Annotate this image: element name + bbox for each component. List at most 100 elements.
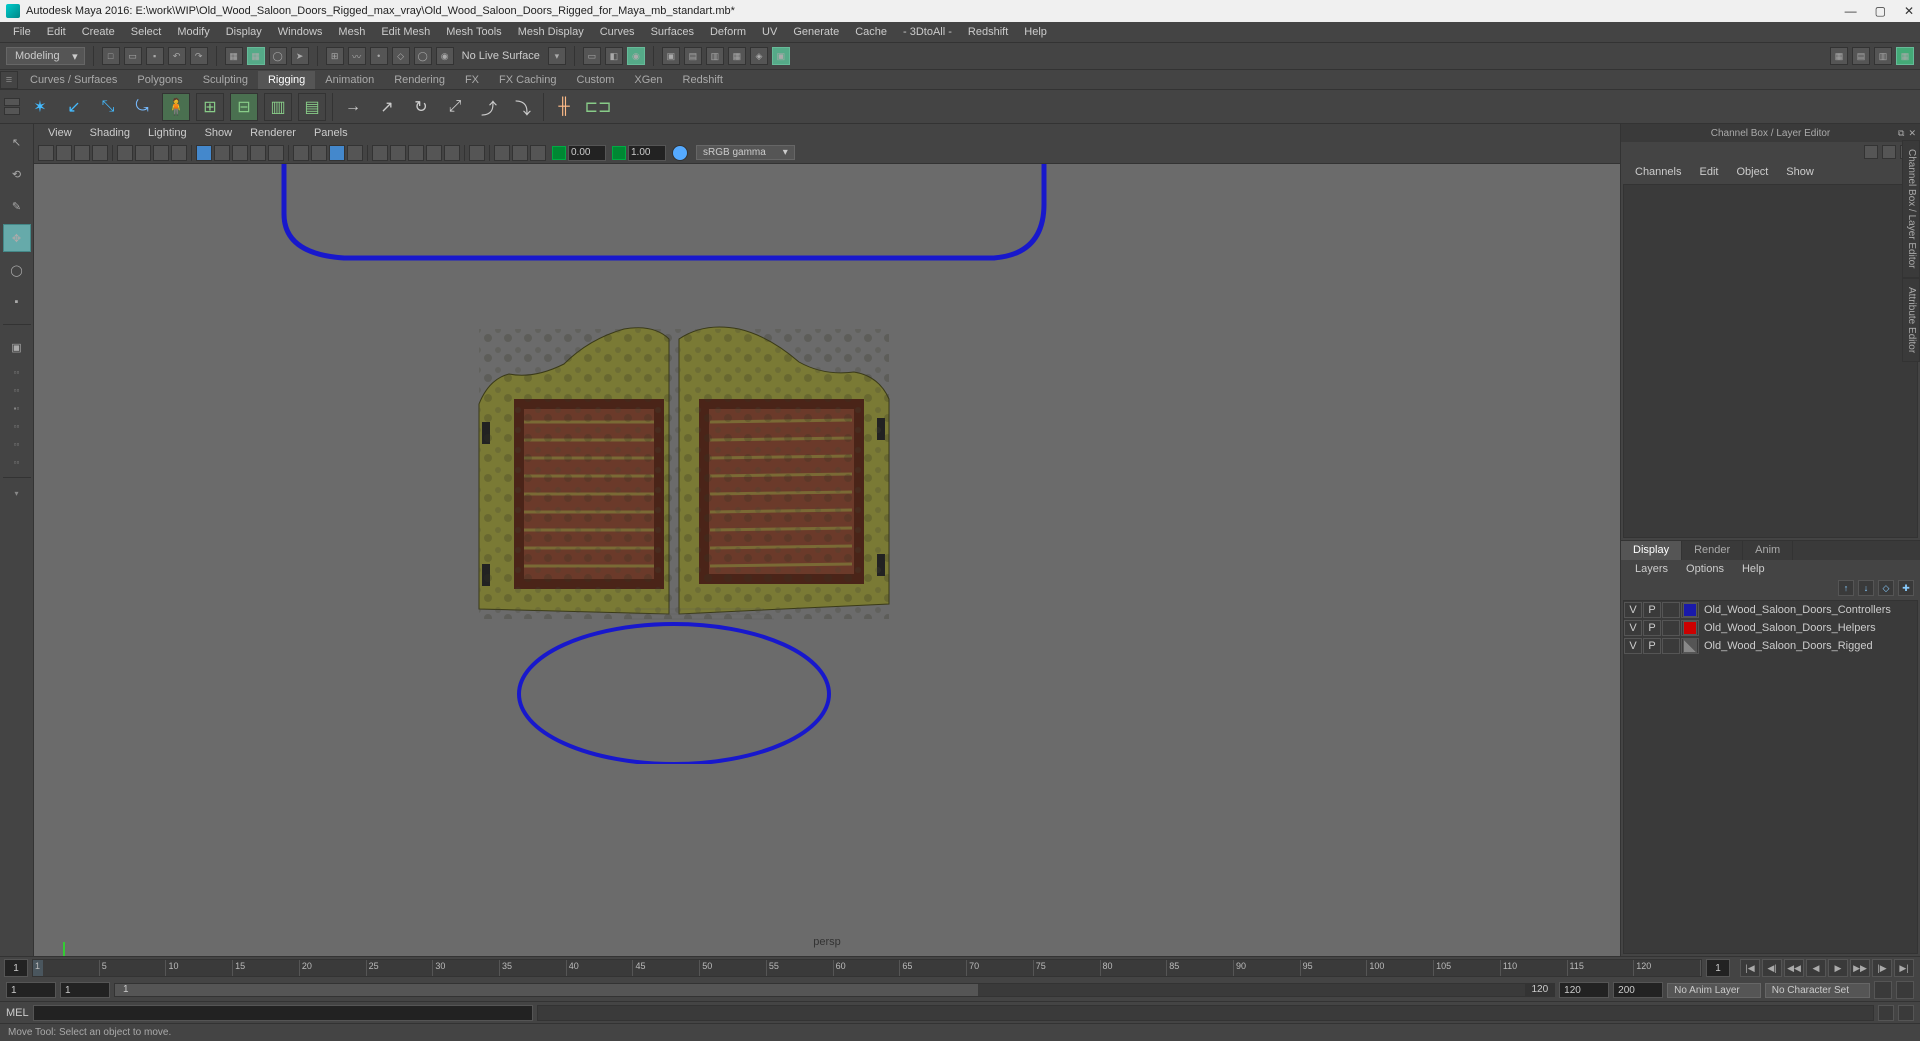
lattice-3-icon[interactable]: ▥ bbox=[264, 93, 292, 121]
constraint-point-icon[interactable]: → bbox=[339, 93, 367, 121]
blend-shape-icon[interactable]: ╫ bbox=[550, 93, 578, 121]
menu-uv[interactable]: UV bbox=[755, 26, 784, 38]
ipr-icon[interactable]: ▤ bbox=[684, 47, 702, 65]
play-fwd-icon[interactable]: ▶ bbox=[1828, 959, 1848, 977]
shelf-tab-fx-caching[interactable]: FX Caching bbox=[489, 71, 566, 89]
menu-mesh-tools[interactable]: Mesh Tools bbox=[439, 26, 508, 38]
constraint-parent-icon[interactable]: ⤴ bbox=[475, 93, 503, 121]
paint-icon[interactable]: ➤ bbox=[291, 47, 309, 65]
character-set-dropdown[interactable]: No Character Set bbox=[1765, 983, 1870, 998]
constraint-aim-icon[interactable]: ↗ bbox=[373, 93, 401, 121]
rotate-tool-icon[interactable]: ◯ bbox=[3, 256, 31, 284]
range-out-input[interactable] bbox=[1559, 982, 1609, 998]
menu-windows[interactable]: Windows bbox=[271, 26, 330, 38]
layer-row[interactable]: V P Old_Wood_Saloon_Doors_Controllers bbox=[1624, 601, 1917, 619]
textured-icon[interactable] bbox=[232, 145, 248, 161]
menu-help[interactable]: Help bbox=[1017, 26, 1054, 38]
menu-create[interactable]: Create bbox=[75, 26, 122, 38]
redo-icon[interactable]: ↷ bbox=[190, 47, 208, 65]
render-frame-icon[interactable]: ▣ bbox=[662, 47, 680, 65]
snap-plane-icon[interactable]: ◇ bbox=[392, 47, 410, 65]
side-tab-attribute-editor[interactable]: Attribute Editor bbox=[1902, 278, 1920, 362]
go-start-icon[interactable]: |◀ bbox=[1740, 959, 1760, 977]
layer-tab-display[interactable]: Display bbox=[1621, 541, 1682, 560]
menu-edit[interactable]: Edit bbox=[40, 26, 73, 38]
lasso-tool-icon[interactable]: ⟲ bbox=[3, 160, 31, 188]
lattice-2-icon[interactable]: ⊟ bbox=[230, 93, 258, 121]
lasso-icon[interactable]: ◯ bbox=[269, 47, 287, 65]
panel-layout-4-icon[interactable]: ▦ bbox=[1896, 47, 1914, 65]
smooth-shade-icon[interactable] bbox=[214, 145, 230, 161]
go-end-icon[interactable]: ▶| bbox=[1894, 959, 1914, 977]
layer-vis[interactable]: V bbox=[1624, 620, 1642, 636]
shelf-toggle-icons[interactable] bbox=[4, 98, 20, 115]
vp-menu-show[interactable]: Show bbox=[197, 127, 241, 139]
anim-layer-dropdown[interactable]: No Anim Layer bbox=[1667, 983, 1761, 998]
box1-icon[interactable] bbox=[494, 145, 510, 161]
res-gate-icon[interactable] bbox=[153, 145, 169, 161]
menu-redshift[interactable]: Redshift bbox=[961, 26, 1015, 38]
panel-layout-1-icon[interactable]: ▦ bbox=[1830, 47, 1848, 65]
lattice-4-icon[interactable]: ▤ bbox=[298, 93, 326, 121]
undo-icon[interactable]: ↶ bbox=[168, 47, 186, 65]
constraint-scale-icon[interactable]: ⤢ bbox=[441, 93, 469, 121]
menu-mesh[interactable]: Mesh bbox=[331, 26, 372, 38]
workspace-dropdown[interactable]: Modeling bbox=[6, 47, 85, 65]
layer-tab-render[interactable]: Render bbox=[1682, 541, 1743, 560]
range-start-input[interactable] bbox=[6, 982, 56, 998]
vp-menu-shading[interactable]: Shading bbox=[82, 127, 138, 139]
menu-edit-mesh[interactable]: Edit Mesh bbox=[374, 26, 437, 38]
cb-tool-2-icon[interactable] bbox=[1882, 145, 1896, 159]
menu-modify[interactable]: Modify bbox=[170, 26, 216, 38]
cb-menu-object[interactable]: Object bbox=[1728, 166, 1776, 178]
layer-move-up-icon[interactable]: ↑ bbox=[1838, 580, 1854, 596]
layer-row[interactable]: V P Old_Wood_Saloon_Doors_Rigged bbox=[1624, 637, 1917, 655]
pref-icon[interactable] bbox=[1896, 981, 1914, 999]
autokey-icon[interactable] bbox=[1874, 981, 1892, 999]
xray-icon[interactable] bbox=[311, 145, 327, 161]
snap-point-icon[interactable]: • bbox=[370, 47, 388, 65]
select-tool-icon[interactable]: ↖ bbox=[3, 128, 31, 156]
color-sphere-icon[interactable] bbox=[672, 145, 688, 161]
box2-icon[interactable] bbox=[512, 145, 528, 161]
cb-tool-1-icon[interactable] bbox=[1864, 145, 1878, 159]
step-back-icon[interactable]: ◀◀ bbox=[1784, 959, 1804, 977]
menu-generate[interactable]: Generate bbox=[786, 26, 846, 38]
layout-3t-icon[interactable]: ▫▫ bbox=[4, 437, 30, 451]
render-settings-icon[interactable]: ▦ bbox=[728, 47, 746, 65]
render-view-icon[interactable]: ▣ bbox=[772, 47, 790, 65]
layer-vis[interactable]: V bbox=[1624, 602, 1642, 618]
2d-pan-icon[interactable] bbox=[92, 145, 108, 161]
use-lights-icon[interactable] bbox=[250, 145, 266, 161]
paint-select-tool-icon[interactable]: ✎ bbox=[3, 192, 31, 220]
layer-menu-layers[interactable]: Layers bbox=[1627, 563, 1676, 575]
select-hl-icon[interactable]: ▦ bbox=[247, 47, 265, 65]
box3-icon[interactable] bbox=[530, 145, 546, 161]
side-tab-channel-box-layer-editor[interactable]: Channel Box / Layer Editor bbox=[1902, 140, 1920, 278]
layer-move-down-icon[interactable]: ↓ bbox=[1858, 580, 1874, 596]
layout-tl-icon[interactable]: ▫▫ bbox=[4, 365, 30, 379]
script-editor-icon[interactable] bbox=[1878, 1005, 1894, 1021]
vp-menu-panels[interactable]: Panels bbox=[306, 127, 356, 139]
minimize-button[interactable]: — bbox=[1845, 4, 1857, 18]
command-input[interactable] bbox=[33, 1005, 533, 1021]
channel-list[interactable] bbox=[1623, 184, 1918, 538]
batch-icon[interactable]: ▥ bbox=[706, 47, 724, 65]
wire-on-shade-icon[interactable] bbox=[347, 145, 363, 161]
layer-extra[interactable] bbox=[1662, 638, 1680, 654]
shelf-tab-polygons[interactable]: Polygons bbox=[127, 71, 192, 89]
menu-deform[interactable]: Deform bbox=[703, 26, 753, 38]
construction-history-icon[interactable]: ▭ bbox=[583, 47, 601, 65]
panel-layout-2-icon[interactable]: ▤ bbox=[1852, 47, 1870, 65]
open-scene-icon[interactable]: ▭ bbox=[124, 47, 142, 65]
far-clip-input[interactable] bbox=[628, 145, 666, 161]
layer-extra[interactable] bbox=[1662, 620, 1680, 636]
menu-select[interactable]: Select bbox=[124, 26, 169, 38]
script-lang-label[interactable]: MEL bbox=[6, 1007, 29, 1019]
layer-new-icon[interactable]: ✚ bbox=[1898, 580, 1914, 596]
lattice-1-icon[interactable]: ⊞ bbox=[196, 93, 224, 121]
snap-curve-icon[interactable]: 〰 bbox=[348, 47, 366, 65]
exposure-icon[interactable] bbox=[444, 145, 460, 161]
layer-empty-icon[interactable]: ◇ bbox=[1878, 580, 1894, 596]
layer-list[interactable]: V P Old_Wood_Saloon_Doors_Controllers V P… bbox=[1623, 600, 1918, 954]
